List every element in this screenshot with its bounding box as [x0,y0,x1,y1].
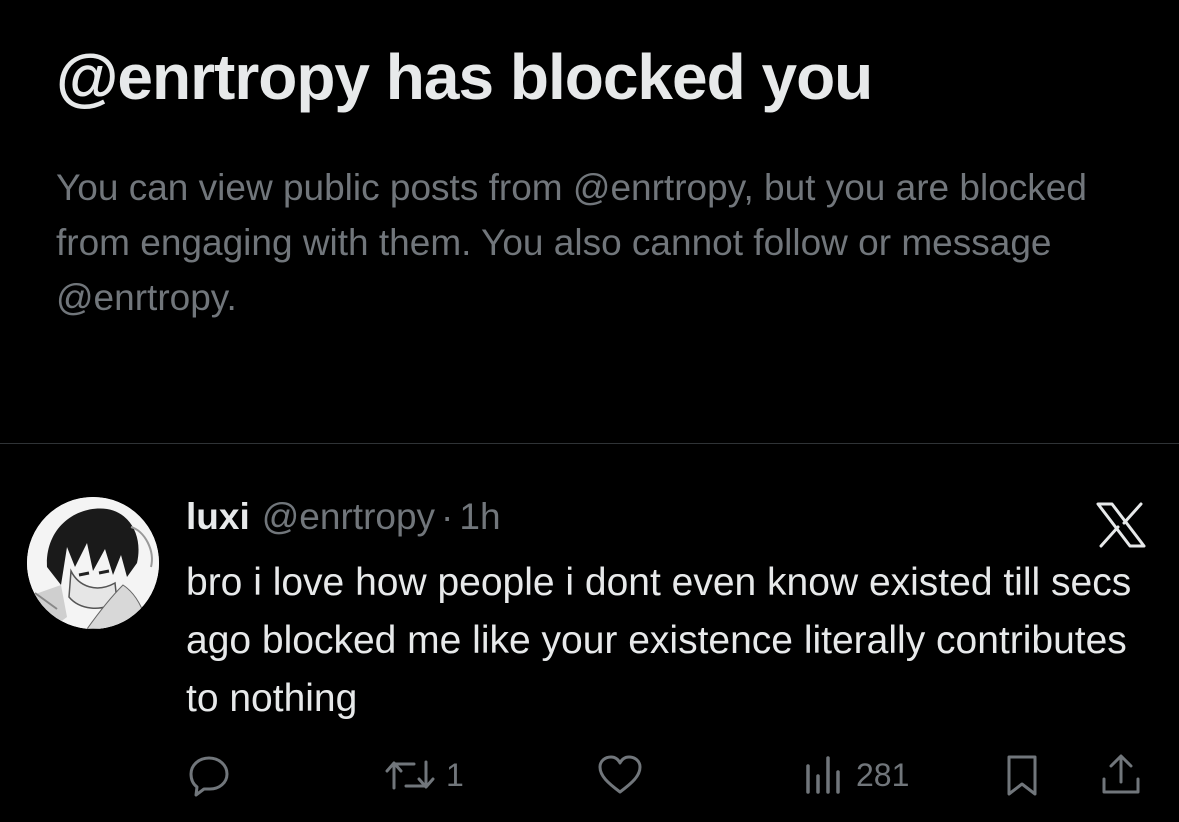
display-name[interactable]: luxi [186,496,250,538]
post-text: bro i love how people i dont even know e… [186,561,1132,720]
bookmark-button[interactable] [1002,752,1042,798]
blocked-profile-page: @enrtropy has blocked you You can view p… [0,0,1179,822]
views-count: 281 [856,756,910,793]
avatar[interactable] [27,497,159,629]
like-button[interactable] [596,752,644,798]
user-handle[interactable]: @enrtropy [262,496,435,538]
views-button[interactable]: 281 [802,752,909,798]
reply-button[interactable] [186,752,232,798]
bookmark-icon [1007,755,1037,796]
reply-icon [189,756,229,797]
separator-dot: · [441,496,454,537]
share-button[interactable] [1098,752,1144,798]
share-icon [1102,754,1140,794]
repost-button[interactable]: 1 [384,752,464,798]
repost-icon [385,760,435,790]
post-header: luxi @enrtropy · 1h [186,496,501,542]
blocked-title: @enrtropy has blocked you [56,41,873,113]
post-actions: 1 281 [0,744,1179,804]
post-timestamp[interactable]: 1h [459,496,500,538]
post[interactable]: luxi @enrtropy · 1h bro i love how peopl… [0,444,1179,822]
repost-count: 1 [446,756,464,793]
blocked-description: You can view public posts from @enrtropy… [56,167,1087,318]
heart-icon [598,755,642,794]
views-bar-chart-icon [806,756,840,794]
avatar-image [27,497,159,629]
x-logo-icon[interactable] [1096,502,1146,548]
blocked-notice: @enrtropy has blocked you You can view p… [0,0,1179,443]
